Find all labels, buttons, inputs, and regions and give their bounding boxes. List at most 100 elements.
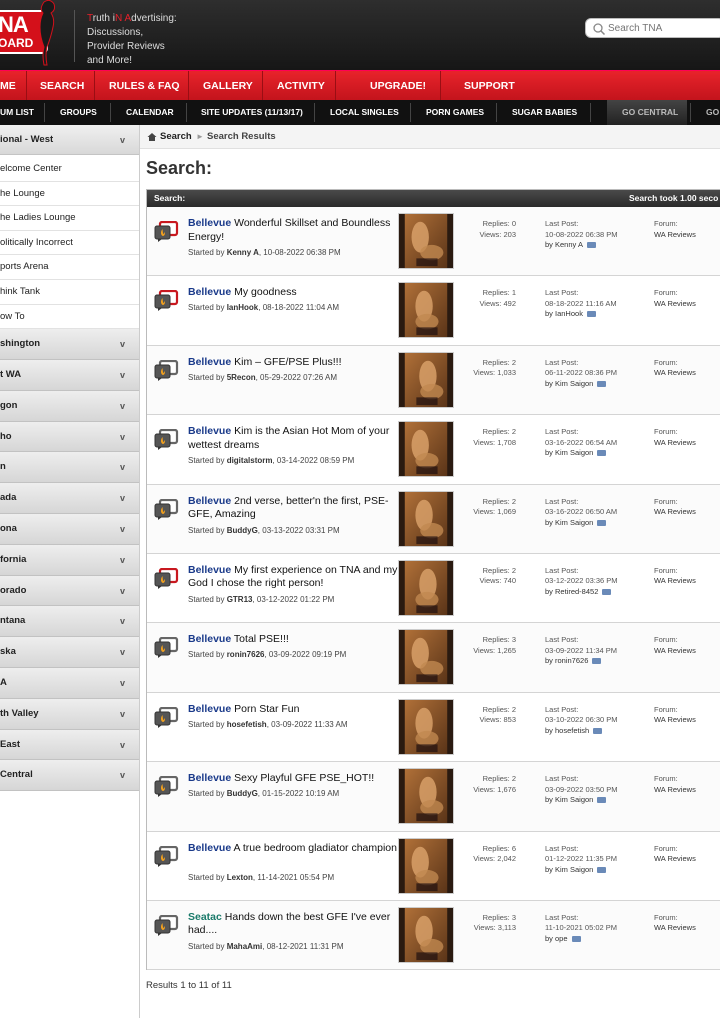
go-to-last-post-icon[interactable]	[597, 519, 607, 526]
last-post-author[interactable]: by IanHook	[545, 309, 583, 318]
last-post-author[interactable]: by Kim Saigon	[545, 518, 593, 527]
forum-link[interactable]: WA Reviews	[654, 507, 696, 518]
sidebar-region[interactable]: th Valley v	[0, 698, 139, 730]
subnav-go-more[interactable]: GO	[706, 100, 719, 125]
go-to-last-post-icon[interactable]	[597, 797, 607, 804]
last-post-author[interactable]: by ope	[545, 934, 568, 943]
go-to-last-post-icon[interactable]	[602, 588, 612, 595]
thread-author[interactable]: IanHook	[227, 303, 259, 312]
thread-title[interactable]: Bellevue Kim is the Asian Hot Mom of you…	[188, 425, 400, 452]
nav-home[interactable]: ME	[0, 71, 16, 101]
thread-thumbnail[interactable]	[398, 837, 454, 894]
go-to-last-post-icon[interactable]	[597, 866, 607, 873]
forum-link[interactable]: WA Reviews	[654, 438, 696, 449]
sidebar-region[interactable]: ho v	[0, 421, 139, 453]
last-post-author[interactable]: by hosefetish	[545, 726, 589, 735]
last-post-author[interactable]: by Kim Saigon	[545, 448, 593, 457]
thread-thumbnail[interactable]	[398, 351, 454, 408]
site-logo[interactable]: NA OARD	[0, 0, 68, 66]
thread-city-prefix[interactable]: Bellevue	[188, 842, 231, 854]
thread-title[interactable]: Bellevue A true bedroom gladiator champi…	[188, 842, 400, 856]
thread-thumbnail[interactable]	[398, 421, 454, 478]
thread-title[interactable]: Bellevue Wonderful Skillset and Boundles…	[188, 217, 400, 244]
sidebar-region[interactable]: ska v	[0, 637, 139, 668]
sidebar-region[interactable]: fornia v	[0, 544, 139, 576]
thread-title-text[interactable]: My goodness	[231, 286, 296, 298]
nav-rules-faq[interactable]: RULES & FAQ	[109, 71, 180, 101]
thread-author[interactable]: BuddyG	[227, 789, 258, 798]
thread-title[interactable]: Bellevue Kim – GFE/PSE Plus!!!	[188, 356, 400, 370]
last-post-author[interactable]: by Kim Saigon	[545, 795, 593, 804]
sidebar-link[interactable]: he Ladies Lounge	[0, 206, 139, 231]
home-icon[interactable]	[147, 132, 157, 142]
thread-thumbnail[interactable]	[398, 559, 454, 616]
thread-thumbnail[interactable]	[398, 213, 454, 269]
sidebar-link[interactable]: olitically Incorrect	[0, 231, 139, 256]
thread-title-text[interactable]: Porn Star Fun	[231, 703, 299, 715]
sidebar-region[interactable]: Central v	[0, 760, 139, 792]
forum-link[interactable]: WA Reviews	[654, 715, 696, 726]
subnav-groups[interactable]: GROUPS	[60, 100, 97, 125]
forum-link[interactable]: WA Reviews	[654, 923, 696, 934]
thread-title[interactable]: Seatac Hands down the best GFE I've ever…	[188, 911, 400, 938]
thread-thumbnail[interactable]	[398, 629, 454, 686]
sidebar-link[interactable]: ow To	[0, 305, 139, 330]
subnav-calendar[interactable]: CALENDAR	[126, 100, 174, 125]
thread-city-prefix[interactable]: Bellevue	[188, 703, 231, 715]
thread-title-text[interactable]: A true bedroom gladiator champion	[231, 842, 397, 854]
subnav-porn-games[interactable]: PORN GAMES	[426, 100, 484, 125]
last-post-author[interactable]: by Retired-8452	[545, 587, 598, 596]
sidebar-region[interactable]: gon v	[0, 390, 139, 422]
nav-search[interactable]: SEARCH	[40, 71, 84, 101]
thread-author[interactable]: GTR13	[227, 595, 253, 604]
sidebar-region[interactable]: shington v	[0, 329, 139, 360]
thread-thumbnail[interactable]	[398, 698, 454, 755]
last-post-author[interactable]: by Kim Saigon	[545, 865, 593, 874]
forum-link[interactable]: WA Reviews	[654, 576, 696, 587]
forum-link[interactable]: WA Reviews	[654, 299, 696, 310]
forum-link[interactable]: WA Reviews	[654, 230, 696, 241]
sidebar-region[interactable]: t WA v	[0, 359, 139, 391]
sidebar-link[interactable]: ports Arena	[0, 255, 139, 280]
thread-title[interactable]: Bellevue 2nd verse, better'n the first, …	[188, 495, 400, 522]
thread-author[interactable]: Kenny A	[227, 248, 259, 257]
subnav-sugar-babies[interactable]: SUGAR BABIES	[512, 100, 577, 125]
thread-city-prefix[interactable]: Bellevue	[188, 217, 231, 229]
thread-title[interactable]: Bellevue Porn Star Fun	[188, 703, 400, 717]
nav-gallery[interactable]: GALLERY	[203, 71, 253, 101]
thread-title-text[interactable]: Kim – GFE/PSE Plus!!!	[231, 356, 341, 368]
thread-title[interactable]: Bellevue Sexy Playful GFE PSE_HOT!!	[188, 772, 400, 786]
sidebar-link[interactable]: he Lounge	[0, 182, 139, 207]
sidebar-region[interactable]: East v	[0, 729, 139, 761]
thread-author[interactable]: MahaAmi	[227, 942, 263, 951]
forum-link[interactable]: WA Reviews	[654, 368, 696, 379]
thread-city-prefix[interactable]: Bellevue	[188, 633, 231, 645]
sidebar-region[interactable]: orado v	[0, 575, 139, 607]
thread-title[interactable]: Bellevue My goodness	[188, 286, 400, 300]
thread-author[interactable]: 5Recon	[227, 373, 256, 382]
thread-title-text[interactable]: Sexy Playful GFE PSE_HOT!!	[231, 772, 374, 784]
thread-thumbnail[interactable]	[398, 282, 454, 339]
sidebar-link[interactable]: elcome Center	[0, 157, 139, 182]
thread-city-prefix[interactable]: Bellevue	[188, 356, 231, 368]
thread-author[interactable]: hosefetish	[227, 720, 267, 729]
thread-author[interactable]: BuddyG	[227, 526, 258, 535]
sidebar-region[interactable]: nv	[0, 452, 139, 484]
last-post-author[interactable]: by Kenny A	[545, 240, 583, 249]
search-input[interactable]	[608, 21, 718, 36]
sidebar-region[interactable]: ada v	[0, 483, 139, 514]
thread-thumbnail[interactable]	[398, 768, 454, 825]
subnav-go-central[interactable]: GO CENTRAL	[622, 100, 678, 125]
go-to-last-post-icon[interactable]	[592, 658, 602, 665]
forum-link[interactable]: WA Reviews	[654, 854, 696, 865]
sidebar-region[interactable]: ona v	[0, 513, 139, 545]
subnav-forum-list[interactable]: UM LIST	[0, 100, 34, 125]
go-to-last-post-icon[interactable]	[571, 935, 581, 942]
forum-link[interactable]: WA Reviews	[654, 646, 696, 657]
thread-city-prefix[interactable]: Bellevue	[188, 425, 231, 437]
go-to-last-post-icon[interactable]	[597, 380, 607, 387]
subnav-local-singles[interactable]: LOCAL SINGLES	[330, 100, 399, 125]
thread-title-text[interactable]: Total PSE!!!	[231, 633, 289, 645]
thread-author[interactable]: digitalstorm	[227, 456, 273, 465]
thread-thumbnail[interactable]	[398, 906, 454, 963]
